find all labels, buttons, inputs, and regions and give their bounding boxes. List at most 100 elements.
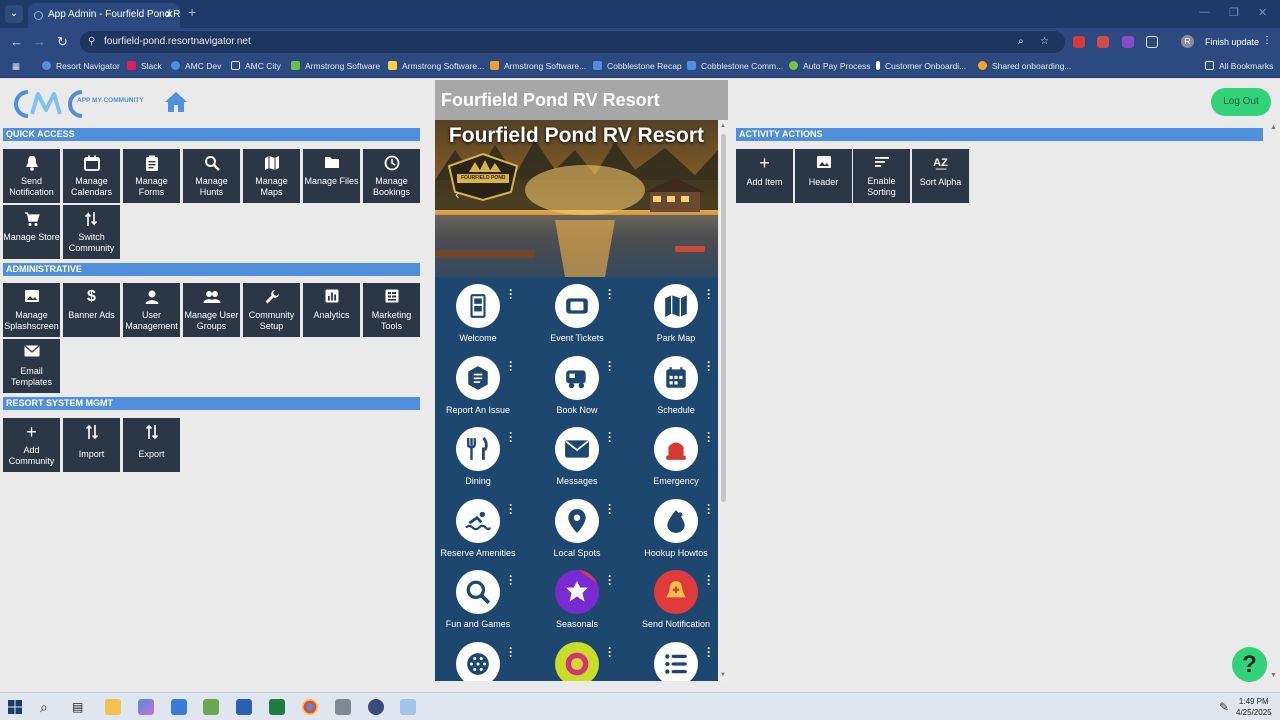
- word-icon[interactable]: [236, 699, 252, 715]
- preview-item-hookup-howtos[interactable]: · · · Hookup Howtos: [629, 498, 718, 570]
- item-options-icon[interactable]: · · ·: [509, 642, 513, 662]
- extension-red-icon[interactable]: [1073, 36, 1085, 48]
- minimize-icon[interactable]: —: [1199, 6, 1210, 18]
- scroll-down-icon[interactable]: ▼: [720, 672, 726, 678]
- bookmark-star-icon[interactable]: ☆: [1040, 31, 1049, 53]
- item-options-icon[interactable]: · · ·: [608, 284, 612, 304]
- url-field[interactable]: ⚲ fourfield-pond.resortnavigator.net ⌕ ☆: [80, 31, 1065, 53]
- item-options-icon[interactable]: · · ·: [608, 570, 612, 590]
- app-logo[interactable]: APP MY COMMUNITY: [10, 86, 155, 120]
- browser-tab[interactable]: App Admin - Fourfield Pond RV ✕: [28, 3, 180, 28]
- carousel-prev-icon[interactable]: ‹: [455, 186, 460, 202]
- add-item-button[interactable]: + Add Item: [736, 149, 793, 203]
- apps-grid-icon[interactable]: ▦: [12, 61, 20, 72]
- bookmark-item[interactable]: Cobblestone Comm...: [687, 61, 783, 71]
- export-button[interactable]: Export: [123, 418, 180, 472]
- extension-pdf-icon[interactable]: [1097, 36, 1109, 48]
- preview-item-report-an-issue[interactable]: · · · Report An Issue: [435, 355, 525, 427]
- bookmark-item[interactable]: Slack: [127, 61, 162, 71]
- help-button[interactable]: ?: [1232, 647, 1267, 682]
- item-options-icon[interactable]: · · ·: [509, 356, 513, 376]
- community-setup-button[interactable]: Community Setup: [243, 283, 300, 337]
- enable-sorting-button[interactable]: Enable Sorting: [853, 149, 910, 203]
- app-icon[interactable]: [400, 699, 416, 715]
- item-options-icon[interactable]: · · ·: [707, 356, 711, 376]
- finish-update-button[interactable]: Finish update: [1203, 32, 1261, 52]
- preview-item-unlabeled[interactable]: · · ·: [629, 641, 718, 681]
- log-out-button[interactable]: Log Out: [1211, 88, 1271, 116]
- switch-community-button[interactable]: Switch Community: [63, 205, 120, 259]
- manage-user-groups-button[interactable]: Manage User Groups: [183, 283, 240, 337]
- taskbar-clock[interactable]: 1:49 PM 4/25/2025: [1236, 696, 1272, 718]
- preview-item-schedule[interactable]: · · · Schedule: [629, 355, 718, 427]
- pen-icon[interactable]: ✎: [1219, 699, 1235, 715]
- preview-scrollbar-thumb[interactable]: [721, 134, 726, 502]
- excel-icon[interactable]: [269, 699, 285, 715]
- app-icon[interactable]: [203, 699, 219, 715]
- manage-hunts-button[interactable]: Manage Hunts: [183, 149, 240, 203]
- bookmark-item[interactable]: Auto Pay Process: [789, 61, 871, 71]
- manage-store-button[interactable]: Manage Store: [3, 205, 60, 259]
- item-options-icon[interactable]: · · ·: [608, 427, 612, 447]
- bookmark-item[interactable]: Armstrong Software...: [388, 61, 484, 71]
- taskbar-search-icon[interactable]: ⌕: [40, 699, 56, 715]
- manage-maps-button[interactable]: Manage Maps: [243, 149, 300, 203]
- preview-item-welcome[interactable]: · · · Welcome: [435, 284, 525, 355]
- preview-item-book-now[interactable]: · · · Book Now: [530, 355, 624, 427]
- preview-item-unlabeled[interactable]: · · ·: [435, 641, 525, 681]
- close-tab-icon[interactable]: ✕: [165, 3, 174, 27]
- preview-item-messages[interactable]: · · · Messages: [530, 427, 624, 498]
- item-options-icon[interactable]: · · ·: [509, 427, 513, 447]
- all-bookmarks[interactable]: All Bookmarks: [1205, 61, 1273, 71]
- task-view-icon[interactable]: ▤: [72, 699, 88, 715]
- send-notification-button[interactable]: Send Notification: [3, 149, 60, 203]
- site-info-icon[interactable]: ⚲: [88, 31, 95, 53]
- user-management-button[interactable]: User Management: [123, 283, 180, 337]
- preview-item-fun-and-games[interactable]: · · · Fun and Games: [435, 570, 525, 641]
- bookmark-item[interactable]: Armstrong Software...: [490, 61, 586, 71]
- analytics-button[interactable]: Analytics: [303, 283, 360, 337]
- preview-scrollbar[interactable]: ▲ ▼: [719, 120, 728, 681]
- item-options-icon[interactable]: · · ·: [509, 570, 513, 590]
- close-window-icon[interactable]: ✕: [1258, 6, 1267, 19]
- manage-splashscreen-button[interactable]: Manage Splashscreen: [3, 283, 60, 337]
- manage-bookings-button[interactable]: Manage Bookings: [363, 149, 420, 203]
- profile-avatar[interactable]: R: [1181, 35, 1194, 48]
- forward-icon[interactable]: →: [33, 34, 46, 49]
- preview-item-dining[interactable]: · · · Dining: [435, 427, 525, 498]
- item-options-icon[interactable]: · · ·: [707, 284, 711, 304]
- bookmark-item[interactable]: Shared onboarding...: [978, 61, 1071, 71]
- windows-start-icon[interactable]: [8, 700, 24, 716]
- file-explorer-icon[interactable]: [105, 699, 121, 715]
- item-options-icon[interactable]: · · ·: [608, 356, 612, 376]
- item-options-icon[interactable]: · · ·: [707, 427, 711, 447]
- new-tab-icon[interactable]: +: [188, 4, 196, 20]
- vpn-icon[interactable]: [368, 699, 384, 715]
- preview-item-unlabeled[interactable]: · · ·: [530, 641, 624, 681]
- zoom-icon[interactable]: ⌕: [1018, 31, 1024, 53]
- bookmark-item[interactable]: AMC Dev: [171, 61, 221, 71]
- preview-item-local-spots[interactable]: · · · Local Spots: [530, 498, 624, 570]
- item-options-icon[interactable]: · · ·: [608, 642, 612, 662]
- manage-forms-button[interactable]: Manage Forms: [123, 149, 180, 203]
- bookmark-item[interactable]: Cobblestone Recap: [593, 61, 682, 71]
- email-templates-button[interactable]: Email Templates: [3, 339, 60, 393]
- page-scroll-down-icon[interactable]: ▼: [1270, 672, 1277, 679]
- extensions-puzzle-icon[interactable]: [1146, 36, 1158, 48]
- marketing-tools-button[interactable]: Marketing Tools: [363, 283, 420, 337]
- item-options-icon[interactable]: · · ·: [707, 499, 711, 519]
- copilot-icon[interactable]: [138, 699, 154, 715]
- app-icon[interactable]: [335, 699, 351, 715]
- preview-item-send-notification[interactable]: · · · Send Notification: [629, 570, 718, 641]
- extension-purple-icon[interactable]: [1122, 36, 1134, 48]
- reload-icon[interactable]: ↻: [57, 34, 68, 50]
- preview-item-emergency[interactable]: · · · Emergency: [629, 427, 718, 498]
- preview-item-reserve-amenities[interactable]: · · · Reserve Amenities: [435, 498, 525, 570]
- item-options-icon[interactable]: · · ·: [707, 570, 711, 590]
- scroll-up-icon[interactable]: ▲: [720, 123, 726, 129]
- item-options-icon[interactable]: · · ·: [707, 642, 711, 662]
- sort-alpha-button[interactable]: A͟Z Sort Alpha: [912, 149, 969, 203]
- bookmark-item[interactable]: AMC City: [231, 61, 281, 71]
- store-icon[interactable]: [171, 699, 187, 715]
- manage-files-button[interactable]: Manage Files: [303, 149, 360, 203]
